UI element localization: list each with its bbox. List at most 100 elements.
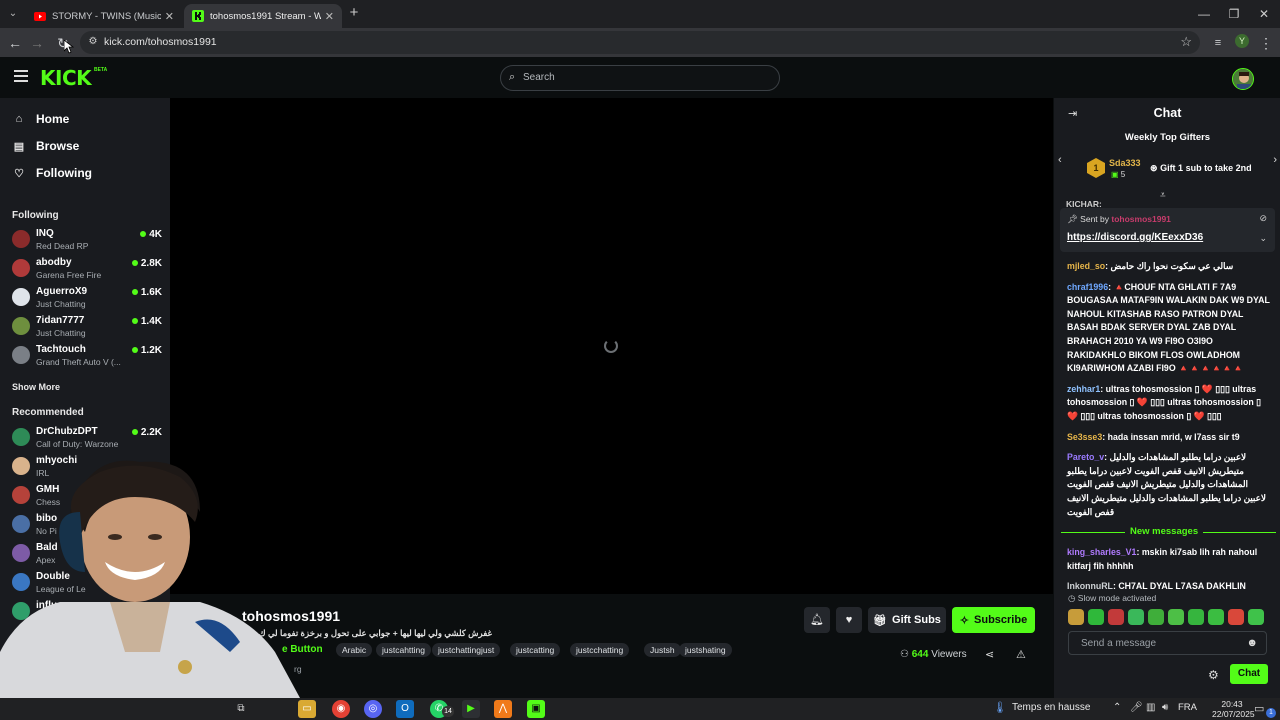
sidebar-channel[interactable]: influenc IRL: [12, 598, 162, 624]
stream-tag[interactable]: justshating: [679, 643, 732, 657]
chat-input[interactable]: ☻: [1068, 631, 1267, 655]
chevron-down-icon[interactable]: ⌄: [1259, 233, 1267, 244]
chat-message[interactable]: Pareto_v: لاعبين دراما يطلبو المشاهدات و…: [1067, 451, 1272, 519]
kick-app-icon[interactable]: ▣: [527, 700, 545, 718]
sidebar-item-browse[interactable]: ▤ Browse: [12, 136, 80, 156]
site-info-icon[interactable]: ⚙: [86, 36, 100, 49]
chevron-up-icon[interactable]: ⌃: [1113, 702, 1121, 713]
new-messages-divider[interactable]: New messages: [1061, 526, 1276, 538]
browser-menu-icon[interactable]: ⋮: [1256, 33, 1276, 53]
category-link[interactable]: e Button: [282, 644, 323, 655]
sidebar-channel[interactable]: INQ Red Dead RP 4K: [12, 226, 162, 252]
notification-bell-button[interactable]: 🔔︎: [804, 607, 830, 633]
sidebar-channel[interactable]: AguerroX9 Just Chatting 1.6K: [12, 284, 162, 310]
emote-icon[interactable]: [1188, 609, 1204, 625]
show-more-button[interactable]: Show More: [12, 382, 60, 392]
stream-tag[interactable]: rg: [294, 664, 302, 674]
chat-message[interactable]: Se3sse3: hada inssan mrid, w l7ass sir t…: [1067, 431, 1272, 445]
media-player-icon[interactable]: ▶: [462, 700, 480, 718]
stream-tag[interactable]: justcchatting: [570, 643, 630, 657]
emote-icon[interactable]: [1148, 609, 1164, 625]
restore-icon[interactable]: ❐: [1220, 4, 1248, 24]
forward-icon[interactable]: →: [27, 33, 47, 53]
network-icon[interactable]: ▥: [1146, 702, 1155, 713]
discord-icon[interactable]: ◎: [364, 700, 382, 718]
subscribe-button[interactable]: ✧ Subscribe: [952, 607, 1035, 633]
notification-icon[interactable]: ▭: [1254, 702, 1264, 715]
close-tab-icon[interactable]: ✕: [325, 10, 334, 23]
pinned-sender-name[interactable]: tohosmos1991: [1111, 214, 1171, 224]
stream-tag[interactable]: justchattingjust: [432, 643, 501, 657]
new-tab-button[interactable]: +: [346, 5, 362, 21]
streamer-name[interactable]: tohosmos1991: [242, 608, 340, 624]
emoji-icon[interactable]: ☻: [1246, 637, 1258, 649]
chevron-right-icon[interactable]: ›: [1273, 154, 1277, 166]
chat-message[interactable]: chraf1996: 🔺CHOUF NTA GHLATI F 7A9 BOUGA…: [1067, 281, 1272, 376]
send-chat-button[interactable]: Chat: [1230, 664, 1268, 684]
profile-avatar[interactable]: Y: [1235, 34, 1249, 48]
emote-icon[interactable]: [1128, 609, 1144, 625]
language-indicator[interactable]: FRA: [1178, 702, 1197, 713]
hide-pin-icon[interactable]: ⊘: [1259, 213, 1267, 224]
address-bar[interactable]: ⚙ kick.com/tohosmos1991 ☆: [80, 31, 1200, 54]
sidebar-channel[interactable]: Bald Apex: [12, 540, 162, 566]
sidebar-channel[interactable]: mhyochi IRL: [12, 453, 162, 479]
tab-kick[interactable]: tohosmos1991 Stream - Watch ✕: [184, 4, 342, 28]
emote-icon[interactable]: [1248, 609, 1264, 625]
gear-icon[interactable]: ⚙: [1208, 668, 1219, 682]
sidebar-item-following[interactable]: ♡ Following: [12, 163, 92, 183]
gifter-name[interactable]: Sda333: [1109, 158, 1141, 168]
video-player[interactable]: [170, 98, 1053, 594]
media-control-icon[interactable]: ≡: [1208, 33, 1228, 53]
sidebar-channel[interactable]: DrChubzDPT Call of Duty: Warzone 2.2K: [12, 424, 162, 450]
app-icon[interactable]: ⋀: [494, 700, 512, 718]
sidebar-channel[interactable]: 7idan7777 Just Chatting 1.4K: [12, 313, 162, 339]
gift-subs-button[interactable]: 🎁︎ Gift Subs: [868, 607, 946, 633]
search-input[interactable]: [523, 72, 763, 83]
stream-tag[interactable]: justcatting: [510, 643, 561, 657]
file-explorer-icon[interactable]: ▭: [298, 700, 316, 718]
emote-icon[interactable]: [1068, 609, 1084, 625]
chat-message[interactable]: InkonnuRL: CH7AL DYAL L7ASA DAKHLIN: [1067, 580, 1272, 594]
sidebar-channel[interactable]: Tachtouch Grand Theft Auto V (... 1.2K: [12, 342, 162, 368]
emote-icon[interactable]: [1108, 609, 1124, 625]
gift-sub-cta[interactable]: ⊛ Gift 1 sub to take 2nd: [1150, 163, 1252, 174]
user-avatar[interactable]: [1232, 68, 1254, 90]
follow-button[interactable]: ♥: [836, 607, 862, 633]
menu-icon[interactable]: [14, 70, 28, 82]
volume-icon[interactable]: 🔊︎: [1162, 702, 1168, 713]
search-box[interactable]: ⌕: [500, 65, 780, 91]
microphone-icon[interactable]: 🎤︎: [1130, 702, 1143, 713]
tab-youtube[interactable]: STORMY - TWINS (Music Video) ✕: [26, 4, 182, 28]
stream-tag[interactable]: Justsh: [644, 643, 681, 657]
emote-icon[interactable]: [1168, 609, 1184, 625]
chat-username[interactable]: Se3sse3: [1067, 432, 1102, 442]
sidebar-channel[interactable]: Double League of Le: [12, 569, 162, 595]
chat-username[interactable]: zehhar1: [1067, 384, 1100, 394]
kick-logo[interactable]: KICK: [40, 66, 92, 90]
back-icon[interactable]: ←: [5, 33, 25, 53]
chat-username[interactable]: king_sharles_V1: [1067, 547, 1136, 557]
sidebar-item-home[interactable]: ⌂ Home: [12, 109, 70, 129]
emote-icon[interactable]: [1208, 609, 1224, 625]
emote-icon[interactable]: [1088, 609, 1104, 625]
sidebar-channel[interactable]: abodby Garena Free Fire 2.8K: [12, 255, 162, 281]
stream-tag[interactable]: justcahtting: [376, 643, 431, 657]
stream-tag[interactable]: Arabic: [336, 643, 373, 657]
chrome-icon[interactable]: ◉: [332, 700, 350, 718]
chat-username[interactable]: Pareto_v: [1067, 452, 1104, 462]
tab-search-icon[interactable]: ⌄: [5, 6, 21, 22]
url-text[interactable]: kick.com/tohosmos1991: [104, 36, 217, 48]
sidebar-channel[interactable]: GMH Chess: [12, 482, 162, 508]
chat-username[interactable]: chraf1996: [1067, 282, 1108, 292]
chat-message[interactable]: king_sharles_V1: mskin ki7sab lih rah na…: [1067, 546, 1272, 573]
sidebar-channel[interactable]: bibo No Pi: [12, 511, 162, 537]
weather-status[interactable]: Temps en hausse: [1012, 702, 1090, 713]
report-icon[interactable]: ⚠: [1016, 648, 1026, 661]
close-tab-icon[interactable]: ✕: [165, 10, 174, 23]
chat-message[interactable]: zehhar1: ultras tohosmossion ▯ ❤️ ▯▯▯ ul…: [1067, 383, 1272, 424]
close-window-icon[interactable]: ✕: [1250, 4, 1278, 24]
bookmark-star-icon[interactable]: ☆: [1180, 34, 1192, 50]
minimize-icon[interactable]: —: [1190, 4, 1218, 24]
chat-message[interactable]: mjled_so: سالي عي سكوت نحوا راك حامض: [1067, 260, 1272, 274]
